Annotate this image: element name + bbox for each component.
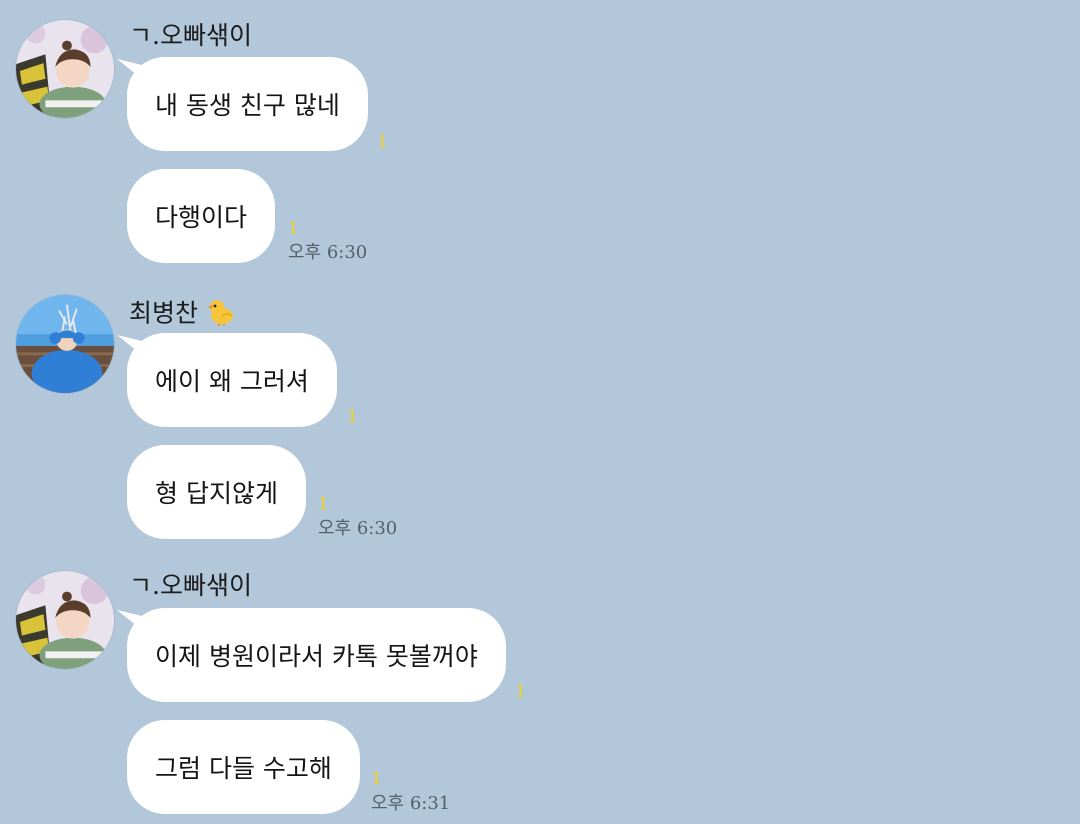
message-text: 다행이다 <box>155 203 248 232</box>
message-bubble[interactable]: 형 답지않게 <box>127 445 306 539</box>
unread-count: 1 <box>377 132 388 152</box>
sender-name: ㄱ.오빠샊이 <box>129 21 252 50</box>
unread-count: 1 <box>288 219 299 239</box>
message-text: 이제 병원이라서 카톡 못볼꺼야 <box>155 642 478 671</box>
message-text: 그럼 다들 수고해 <box>155 754 332 783</box>
message-timestamp: 오후 6:31 <box>371 793 451 814</box>
message-timestamp: 오후 6:30 <box>318 518 398 539</box>
unread-count: 1 <box>371 769 382 789</box>
profile-photo-icon <box>16 571 114 669</box>
message-text: 에이 왜 그러셔 <box>155 367 309 396</box>
message-text: 내 동생 친구 많네 <box>155 91 340 120</box>
sender-avatar[interactable] <box>15 294 115 394</box>
sender-name-row: 최병찬 <box>129 296 236 334</box>
sender-name: 최병찬 <box>129 298 199 328</box>
sender-name: ㄱ.오빠샊이 <box>129 571 252 600</box>
unread-count: 1 <box>515 682 526 702</box>
message-text: 형 답지않게 <box>155 479 278 508</box>
chick-emoji-icon <box>206 296 236 334</box>
unread-count: 1 <box>347 407 358 427</box>
message-bubble[interactable]: 내 동생 친구 많네 <box>127 57 368 151</box>
profile-photo-icon <box>16 20 114 118</box>
message-bubble[interactable]: 그럼 다들 수고해 <box>127 720 360 814</box>
sender-avatar[interactable] <box>15 570 115 670</box>
message-bubble[interactable]: 다행이다 <box>127 169 276 263</box>
message-timestamp: 오후 6:30 <box>288 242 368 263</box>
chat-room: ㄱ.오빠샊이 내 동생 친구 많네 1 다행이다 1 오후 6:30 최병찬 에… <box>0 0 1080 824</box>
profile-photo-icon <box>16 295 114 393</box>
sender-avatar[interactable] <box>15 19 115 119</box>
message-bubble[interactable]: 이제 병원이라서 카톡 못볼꺼야 <box>127 608 506 702</box>
unread-count: 1 <box>318 494 329 514</box>
message-bubble[interactable]: 에이 왜 그러셔 <box>127 333 337 427</box>
